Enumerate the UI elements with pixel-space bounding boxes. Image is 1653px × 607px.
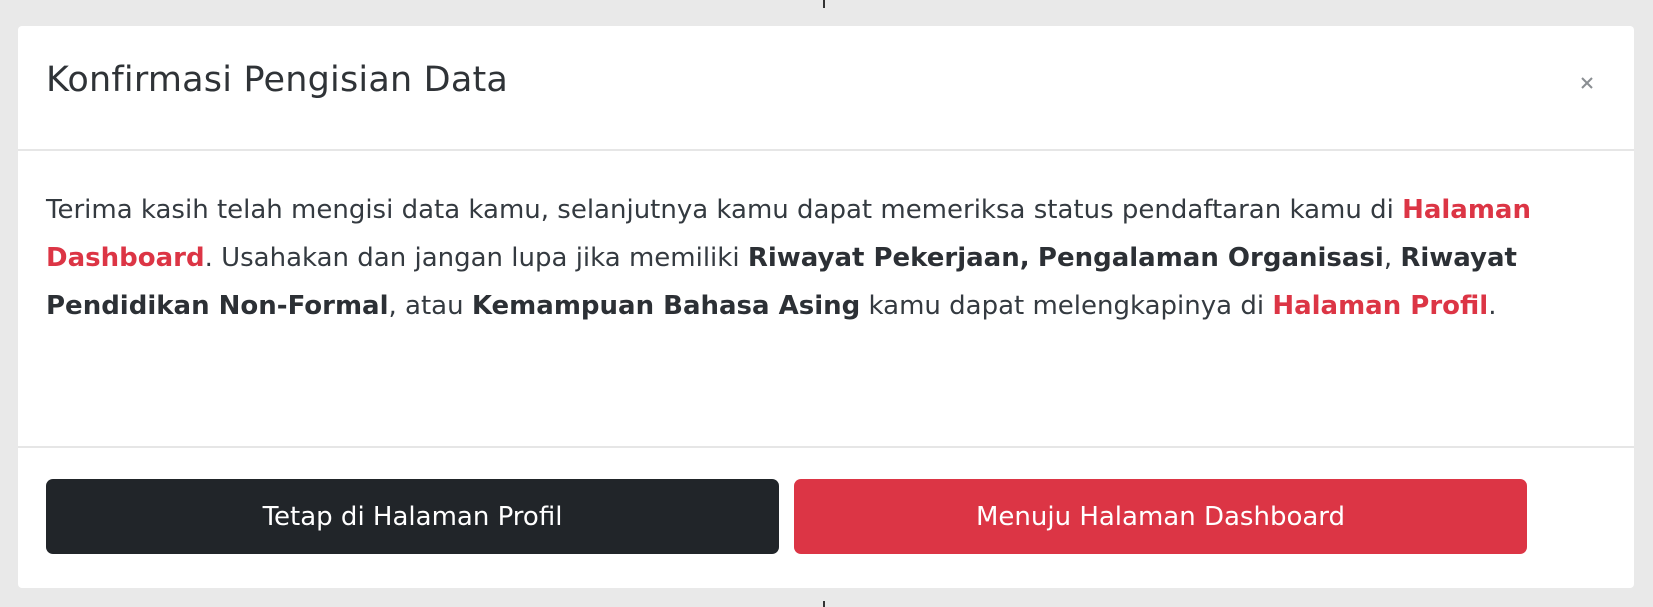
body-text-4: , (1383, 243, 1401, 273)
modal-body-text: Terima kasih telah mengisi data kamu, se… (46, 186, 1616, 330)
modal-title: Konfirmasi Pengisian Data (46, 60, 509, 100)
body-text-7: . (1488, 291, 1497, 321)
bold-pengalaman-organisasi: Pengalaman Organisasi (1037, 243, 1384, 273)
bold-kemampuan-bahasa: Kemampuan Bahasa Asing (471, 291, 861, 321)
top-divider-mark (823, 0, 825, 8)
body-text-6: kamu dapat melengkapinya di (860, 291, 1273, 321)
body-text-3 (1030, 243, 1038, 273)
bold-riwayat-pekerjaan: Riwayat Pekerjaan, (747, 243, 1030, 273)
body-text-5: , atau (388, 291, 472, 321)
bottom-divider-mark (823, 601, 825, 607)
close-icon (1574, 70, 1600, 96)
body-text-2: . Usahakan dan jangan lupa jika memiliki (204, 243, 748, 273)
go-to-dashboard-button[interactable]: Menuju Halaman Dashboard (794, 479, 1527, 554)
stay-on-profile-button[interactable]: Tetap di Halaman Profil (46, 479, 779, 554)
profile-link[interactable]: Halaman Profil (1272, 291, 1488, 321)
body-text-1: Terima kasih telah mengisi data kamu, se… (46, 195, 1403, 225)
modal-footer: Tetap di Halaman Profil Menuju Halaman D… (18, 446, 1634, 588)
modal-header: Konfirmasi Pengisian Data (18, 26, 1634, 151)
confirmation-modal: Konfirmasi Pengisian Data Terima kasih t… (18, 26, 1634, 588)
close-button[interactable] (1574, 70, 1600, 96)
